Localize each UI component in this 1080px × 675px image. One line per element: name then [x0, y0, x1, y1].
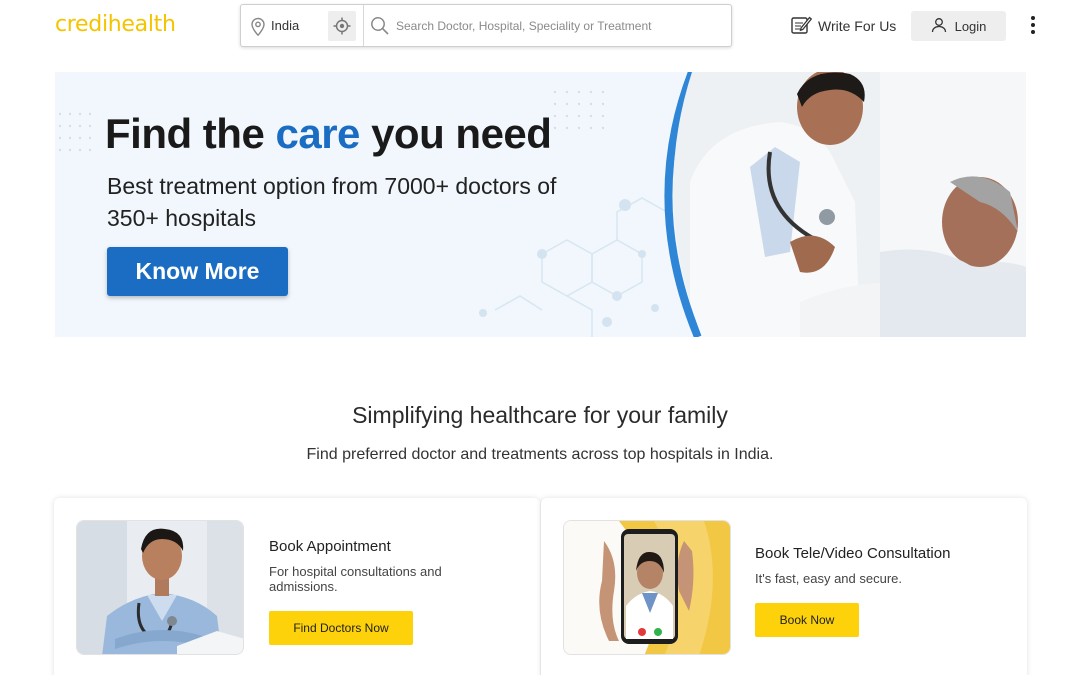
location-value[interactable]: India: [271, 18, 299, 33]
section-subtitle: Find preferred doctor and treatments acr…: [306, 446, 774, 463]
write-for-us-label: Write For Us: [818, 18, 897, 34]
hero-subtitle: Best treatment option from 7000+ doctors…: [107, 173, 557, 231]
hero-banner: Find the care you need Best treatment op…: [55, 72, 1026, 337]
book-appointment-description: For hospital consultations and admission…: [269, 564, 442, 594]
find-doctors-now-button[interactable]: Find Doctors Now: [269, 611, 413, 645]
know-more-button[interactable]: Know More: [107, 247, 288, 296]
book-appointment-title: Book Appointment: [269, 538, 391, 555]
location-pin-icon: [249, 17, 267, 37]
doctor-photo: [76, 520, 244, 655]
section-title: Simplifying healthcare for your family: [352, 402, 728, 428]
search-bar: India: [240, 4, 732, 47]
hero-title: Find the care you need: [105, 110, 552, 157]
site-header: credihealth India Write For Us Login: [0, 0, 1080, 52]
login-label: Login: [954, 18, 987, 34]
tele-consultation-title: Book Tele/Video Consultation: [755, 545, 951, 562]
user-icon: [931, 17, 947, 36]
login-button[interactable]: Login: [911, 11, 1006, 41]
search-input[interactable]: [396, 13, 716, 39]
hero-title-accent: care: [275, 110, 360, 157]
tele-consultation-description: It's fast, easy and secure.: [755, 571, 902, 586]
write-for-us-link[interactable]: Write For Us: [790, 15, 896, 37]
gps-target-icon: [333, 17, 351, 35]
video-call-photo: [563, 520, 731, 655]
detect-location-button[interactable]: [328, 11, 356, 41]
book-now-button[interactable]: Book Now: [755, 603, 859, 637]
tele-consultation-card: Book Tele/Video Consultation It's fast, …: [541, 498, 1027, 675]
book-appointment-card: Book Appointment For hospital consultati…: [54, 498, 540, 675]
search-divider: [363, 5, 364, 46]
kebab-menu-icon[interactable]: [1027, 16, 1039, 36]
pen-notepad-icon: [790, 15, 813, 38]
doctor-patient-photo: [664, 72, 1026, 337]
credihealth-logo[interactable]: credihealth: [55, 12, 176, 37]
search-icon[interactable]: [370, 16, 390, 41]
